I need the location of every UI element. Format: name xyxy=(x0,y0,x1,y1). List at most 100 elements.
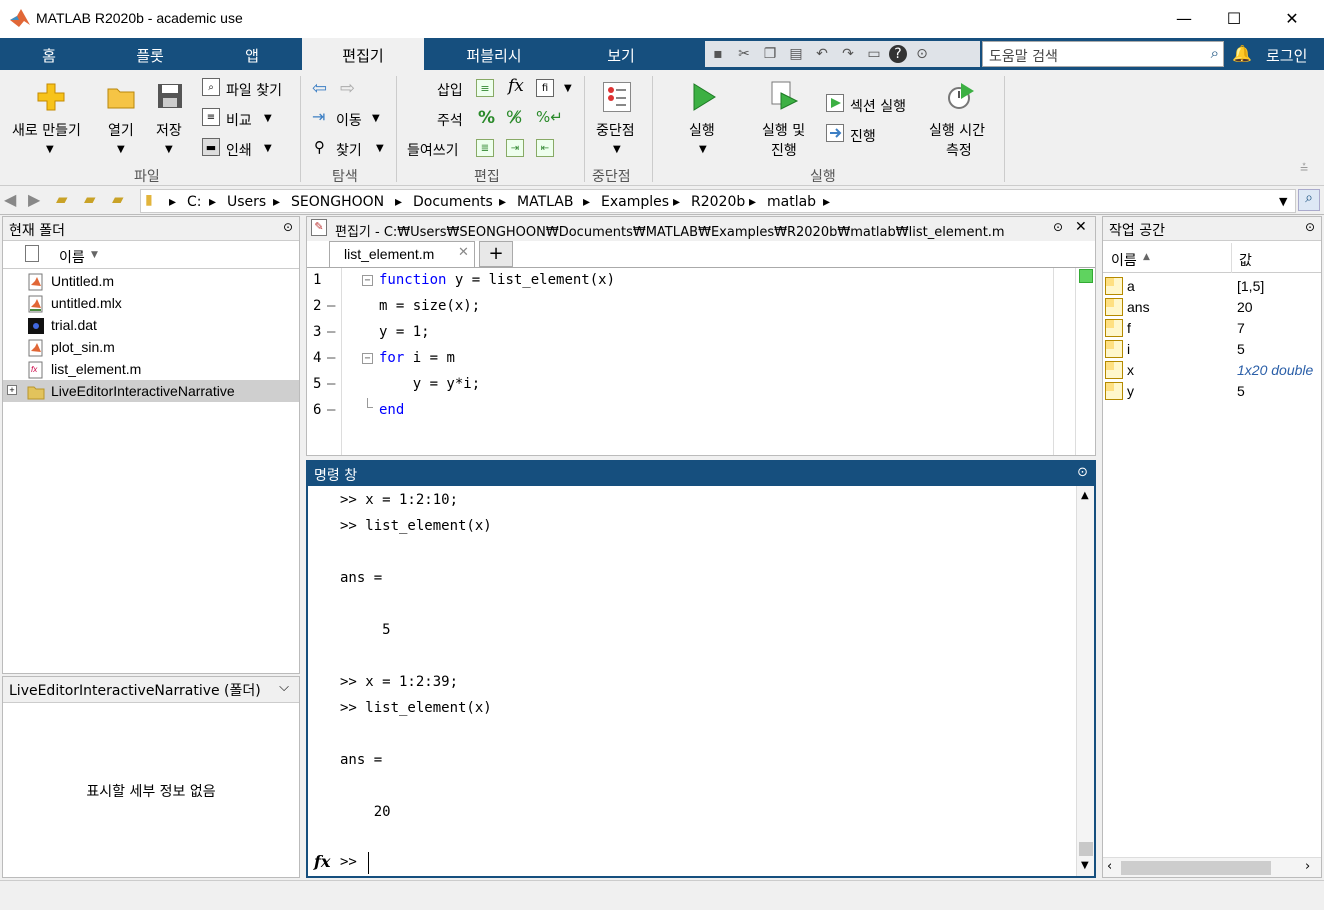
chevron-down-icon[interactable]: ▼ xyxy=(264,143,272,154)
print-icon[interactable]: ▬ xyxy=(202,138,220,156)
save-button[interactable]: 저장 xyxy=(156,120,182,140)
details-header[interactable]: LiveEditorInteractiveNarrative (폴더) ⌵ xyxy=(3,677,299,703)
decrease-indent-icon[interactable]: ⇤ xyxy=(536,139,554,157)
paste-icon[interactable]: ▤ xyxy=(785,44,807,64)
panel-menu-icon[interactable]: ⊙ xyxy=(283,220,293,234)
insert-section-icon[interactable]: ≡ xyxy=(476,79,494,97)
uncomment-icon[interactable]: %̸ xyxy=(506,108,522,128)
run-advance-button[interactable]: 실행 및 xyxy=(762,120,805,140)
panel-menu-icon[interactable]: ⊙ xyxy=(1305,220,1315,234)
name-column-header[interactable]: 이름 xyxy=(1111,250,1137,270)
crumb-item[interactable]: Examples xyxy=(601,194,669,210)
sort-caret-icon[interactable]: ▼ xyxy=(91,250,98,260)
file-type-column-icon[interactable] xyxy=(25,245,39,262)
notification-bell-icon[interactable]: 🔔 xyxy=(1232,44,1252,63)
tab-apps[interactable]: 앱 xyxy=(202,38,302,70)
help-search-input[interactable]: 도움말 검색 ⌕ xyxy=(982,41,1224,67)
crumb-item[interactable]: R2020b xyxy=(691,194,745,210)
workspace-variable-row[interactable]: a [1,5] xyxy=(1103,276,1321,297)
breakpoint-dash[interactable]: — xyxy=(327,402,335,418)
code-line[interactable]: 4— − for i = m xyxy=(307,346,1087,372)
code-line[interactable]: 5— y = y*i; xyxy=(307,372,1087,398)
breakpoints-icon[interactable] xyxy=(603,82,631,112)
chevron-down-icon[interactable]: ▼ xyxy=(613,144,621,155)
file-row[interactable]: untitled.mlx xyxy=(3,292,299,314)
run-and-time-icon[interactable] xyxy=(946,80,976,112)
chevron-down-icon[interactable]: ▼ xyxy=(376,143,384,154)
breakpoint-dash[interactable]: — xyxy=(327,350,335,366)
fold-toggle-icon[interactable]: − xyxy=(362,353,373,364)
close-button[interactable]: ✕ xyxy=(1264,0,1320,38)
chevron-down-icon[interactable]: ▼ xyxy=(264,113,272,124)
file-row[interactable]: fx list_element.m xyxy=(3,358,299,380)
horizontal-scrollbar[interactable]: ‹ › xyxy=(1103,857,1321,877)
new-plus-icon[interactable] xyxy=(36,82,66,112)
workspace-variable-row[interactable]: f7 xyxy=(1103,318,1321,339)
find-files-icon[interactable]: ⌕ xyxy=(202,78,220,96)
workspace-variable-row[interactable]: x 1x20 double xyxy=(1103,360,1321,381)
run-and-time-button-line2[interactable]: 측정 xyxy=(946,140,972,160)
tab-publish[interactable]: 퍼블리시 xyxy=(424,38,564,70)
wrap-comment-icon[interactable]: %↵ xyxy=(536,108,563,126)
comment-percent-icon[interactable]: % xyxy=(478,108,495,128)
undo-icon[interactable]: ↶ xyxy=(811,44,833,64)
panel-menu-icon[interactable]: ⊙ xyxy=(1053,220,1063,234)
breakpoint-dash[interactable]: — xyxy=(327,298,335,314)
column-divider[interactable] xyxy=(1231,243,1232,273)
chevron-down-icon[interactable]: ▼ xyxy=(372,113,380,124)
expand-plus-icon[interactable]: + xyxy=(7,385,17,395)
value-column-header[interactable]: 값 xyxy=(1239,250,1252,270)
switch-windows-icon[interactable]: ▭ xyxy=(863,44,885,64)
save-icon[interactable]: ▪ xyxy=(707,44,729,64)
back-arrow-icon[interactable]: ⇦ xyxy=(312,78,327,99)
insert-fi-icon[interactable]: fi xyxy=(536,79,554,97)
address-breadcrumb[interactable]: ▮ ▸ C: ▸ Users ▸ SEONGHOON ▸ Documents ▸… xyxy=(140,189,1296,213)
cut-icon[interactable]: ✂ xyxy=(733,44,755,64)
copy-icon[interactable]: ❐ xyxy=(759,44,781,64)
collapse-toolstrip-icon[interactable]: ⩮ xyxy=(1300,160,1308,176)
code-line[interactable]: 2— m = size(x); xyxy=(307,294,1087,320)
forward-arrow-icon[interactable]: ▶ xyxy=(28,190,40,209)
chevron-down-icon[interactable]: ▼ xyxy=(1081,860,1089,871)
browse-folder-icon[interactable]: ▰ xyxy=(84,190,96,208)
file-row[interactable]: trial.dat xyxy=(3,314,299,336)
open-button[interactable]: 열기 xyxy=(108,120,134,140)
fx-function-browser-icon[interactable]: fx xyxy=(314,852,330,871)
tab-plots[interactable]: 플롯 xyxy=(98,38,202,70)
crumb-item[interactable]: SEONGHOON xyxy=(291,194,384,210)
file-row[interactable]: plot_sin.m xyxy=(3,336,299,358)
name-column-header[interactable]: 이름 xyxy=(59,247,85,267)
login-link[interactable]: 로그인 xyxy=(1266,45,1307,66)
print-button[interactable]: 인쇄 xyxy=(226,140,252,160)
compare-icon[interactable]: ≡ xyxy=(202,108,220,126)
chevron-down-icon[interactable]: ▼ xyxy=(165,144,173,155)
run-and-advance-icon[interactable] xyxy=(770,80,800,112)
advance-button[interactable]: 진행 xyxy=(850,126,876,146)
search-folder-icon[interactable]: ⌕ xyxy=(1298,189,1320,211)
chevron-down-icon[interactable]: ▼ xyxy=(46,144,54,155)
help-icon[interactable]: ? xyxy=(889,45,907,63)
breakpoint-dash[interactable]: — xyxy=(327,376,335,392)
chevron-down-icon[interactable]: ▼ xyxy=(1279,195,1287,208)
run-advance-button-line2[interactable]: 진행 xyxy=(771,140,797,160)
editor-tab[interactable]: list_element.m ✕ xyxy=(329,241,475,267)
chevron-down-icon[interactable]: ▼ xyxy=(699,144,707,155)
back-arrow-icon[interactable]: ◀ xyxy=(4,190,16,209)
close-icon[interactable]: ✕ xyxy=(1075,219,1087,235)
find-icon[interactable]: ⚲ xyxy=(314,138,325,156)
breakpoints-button[interactable]: 중단점 xyxy=(596,120,635,140)
file-row-selected[interactable]: + LiveEditorInteractiveNarrative xyxy=(3,380,299,402)
goto-icon[interactable]: ⇥ xyxy=(312,107,325,126)
insert-function-fx-icon[interactable]: fx xyxy=(508,76,524,96)
run-section-icon[interactable] xyxy=(826,94,844,112)
redo-icon[interactable]: ↷ xyxy=(837,44,859,64)
minimize-button[interactable]: — xyxy=(1156,0,1212,38)
tab-home[interactable]: 홈 xyxy=(0,38,98,70)
code-line[interactable]: 3— y = 1; xyxy=(307,320,1087,346)
chevron-up-icon[interactable]: ▲ xyxy=(1081,490,1089,501)
chevron-down-icon[interactable]: ⊙ xyxy=(911,44,933,64)
crumb-item[interactable]: Documents xyxy=(413,194,493,210)
code-line[interactable]: 1 − function y = list_element(x) xyxy=(307,268,1087,294)
crumb-item[interactable]: MATLAB xyxy=(517,194,573,210)
panel-menu-icon[interactable]: ⊙ xyxy=(1077,465,1088,480)
